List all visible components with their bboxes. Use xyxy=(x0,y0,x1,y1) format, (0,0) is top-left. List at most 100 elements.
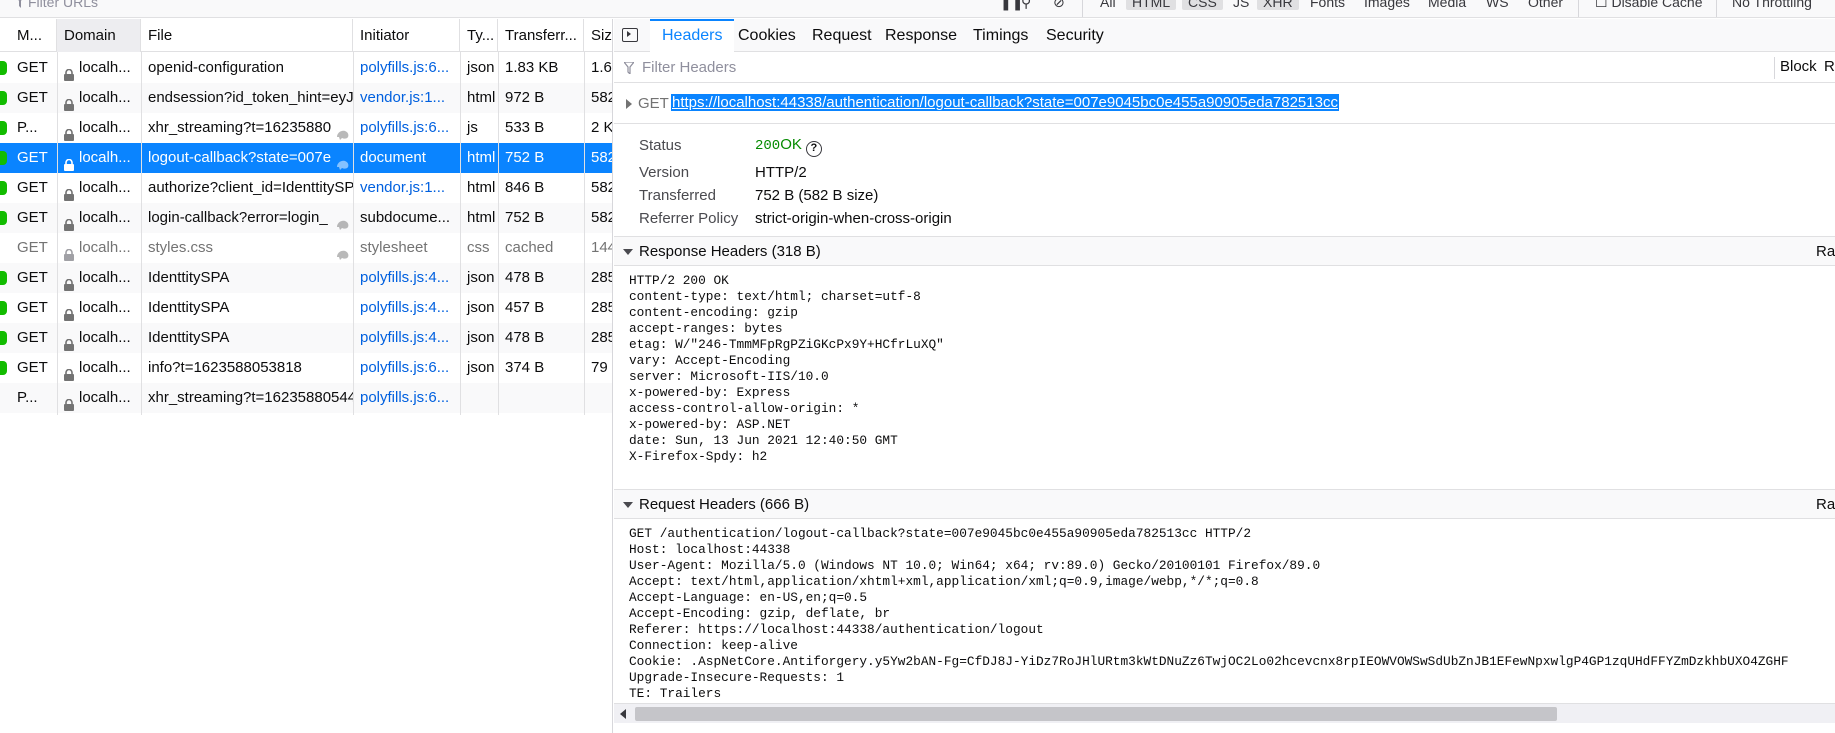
cell-transferred: 972 B xyxy=(505,89,545,106)
column-initiator[interactable]: Initiator xyxy=(353,19,460,52)
cell-type: json xyxy=(467,299,495,316)
type-filter-xhr[interactable]: XHR xyxy=(1257,0,1299,10)
type-filter-html[interactable]: HTML xyxy=(1126,0,1177,10)
type-filter-other[interactable]: Other xyxy=(1528,0,1563,10)
filter-icon xyxy=(18,0,22,8)
cell-domain: localh... xyxy=(79,179,131,196)
column-transferred[interactable]: Transferr... xyxy=(498,19,584,52)
table-row[interactable]: P... localh... xhr_streaming?t=16235880 pol… xyxy=(0,113,612,143)
cell-type: html xyxy=(467,89,496,106)
horizontal-scrollbar[interactable] xyxy=(614,703,1835,723)
help-icon[interactable]: ? xyxy=(805,141,822,157)
cell-initiator[interactable]: polyfills.js:6... xyxy=(353,383,460,413)
cell-method: GET xyxy=(17,89,48,106)
cell-size: 144 xyxy=(591,239,612,256)
cell-method: GET xyxy=(17,59,48,76)
cell-initiator[interactable]: stylesheet xyxy=(353,233,460,263)
cell-size: 79 xyxy=(591,359,608,376)
block-button[interactable]: Block xyxy=(1780,58,1817,75)
filter-urls-input[interactable]: Filter URLs xyxy=(18,0,98,10)
status-indicator-icon xyxy=(0,181,7,195)
column-divider xyxy=(460,52,461,415)
table-row[interactable]: GET localh... styles.css stylesheet css cache… xyxy=(0,233,612,263)
tab-timings[interactable]: Timings xyxy=(961,19,1040,52)
collapse-arrow-icon[interactable] xyxy=(623,249,633,255)
cell-domain: localh... xyxy=(79,359,131,376)
table-row[interactable]: GET localh... IdenttitySPA polyfills.js:4..… xyxy=(0,293,612,323)
tab-response[interactable]: Response xyxy=(873,19,969,52)
cell-type: json xyxy=(467,59,495,76)
summary-version-value: HTTP/2 xyxy=(755,164,807,181)
collapse-arrow-icon[interactable] xyxy=(623,502,633,508)
request-headers-title: Request Headers (666 B) xyxy=(639,496,810,513)
expand-arrow-icon[interactable] xyxy=(626,99,632,109)
cell-size: 285 xyxy=(591,299,612,316)
cell-method: GET xyxy=(17,359,48,376)
type-filter-css[interactable]: CSS xyxy=(1182,0,1223,10)
disable-cache-checkbox[interactable]: ☐ Disable Cache xyxy=(1595,0,1703,11)
cell-transferred: 478 B xyxy=(505,269,545,286)
scroll-left-icon[interactable] xyxy=(620,709,626,719)
column-method[interactable]: M... xyxy=(10,19,57,52)
type-filter-images[interactable]: Images xyxy=(1364,0,1410,10)
request-url[interactable]: https://localhost:44338/authentication/l… xyxy=(671,94,1339,111)
type-filter-all[interactable]: All xyxy=(1100,0,1116,10)
raw-toggle[interactable]: Raw xyxy=(1816,496,1835,513)
table-row[interactable]: P... localh... xhr_streaming?t=16235880544… xyxy=(0,383,612,413)
cell-initiator[interactable]: polyfills.js:6... xyxy=(353,353,460,383)
status-indicator-icon xyxy=(0,91,7,105)
type-filter-js[interactable]: JS xyxy=(1233,0,1249,10)
filter-headers-input[interactable]: Filter Headers xyxy=(642,59,736,76)
lock-icon xyxy=(63,242,75,261)
cell-initiator[interactable]: polyfills.js:4... xyxy=(353,323,460,353)
tab-cookies[interactable]: Cookies xyxy=(726,19,808,52)
raw-toggle[interactable]: Raw xyxy=(1816,243,1835,260)
request-url-row[interactable]: GET https://localhost:44338/authenticati… xyxy=(614,84,1835,124)
toggle-sidebar-icon[interactable] xyxy=(622,28,638,42)
tab-headers[interactable]: Headers xyxy=(650,19,735,52)
column-size[interactable]: Siz xyxy=(584,19,612,52)
table-row[interactable]: GET localh... openid-configuration polyfill… xyxy=(0,53,612,83)
table-row[interactable]: GET localh... logout-callback?state=007e do… xyxy=(0,143,612,173)
response-headers-title: Response Headers (318 B) xyxy=(639,243,821,260)
cell-initiator[interactable]: document xyxy=(353,143,460,173)
search-icon[interactable]: ⚲ xyxy=(1021,0,1031,11)
table-row[interactable]: GET localh... info?t=1623588053818 polyfill… xyxy=(0,353,612,383)
tab-request[interactable]: Request xyxy=(800,19,884,52)
cell-initiator[interactable]: polyfills.js:6... xyxy=(353,53,460,83)
column-type[interactable]: Ty... xyxy=(460,19,498,52)
tracker-icon xyxy=(336,152,350,170)
pause-icon[interactable]: ❚❚ xyxy=(1000,0,1023,11)
type-filter-ws[interactable]: WS xyxy=(1486,0,1509,10)
request-list-panel: M... Domain File Initiator Ty... Transfe… xyxy=(0,19,613,733)
response-headers-section[interactable]: Response Headers (318 B) Raw xyxy=(614,236,1835,266)
cell-initiator[interactable]: vendor.js:1... xyxy=(353,83,460,113)
cell-initiator[interactable]: polyfills.js:4... xyxy=(353,263,460,293)
cell-domain: localh... xyxy=(79,269,131,286)
cell-file: IdenttitySPA xyxy=(148,299,230,316)
cell-method: GET xyxy=(17,209,48,226)
column-file[interactable]: File xyxy=(141,19,353,52)
type-filter-media[interactable]: Media xyxy=(1428,0,1466,10)
request-headers-section[interactable]: Request Headers (666 B) Raw xyxy=(614,489,1835,519)
table-row[interactable]: GET localh... endsession?id_token_hint=eyJ… xyxy=(0,83,612,113)
block-icon[interactable]: ⊘ xyxy=(1053,0,1065,11)
cell-initiator[interactable]: subdocume... xyxy=(353,203,460,233)
table-row[interactable]: GET localh... IdenttitySPA polyfills.js:4..… xyxy=(0,263,612,293)
table-row[interactable]: GET localh... IdenttitySPA polyfills.js:4..… xyxy=(0,323,612,353)
filter-headers-bar: Filter Headers Block Re xyxy=(614,53,1835,83)
cell-initiator[interactable]: vendor.js:1... xyxy=(353,173,460,203)
throttling-select[interactable]: No Throttling xyxy=(1732,0,1812,10)
cell-size: 285 xyxy=(591,269,612,286)
cell-initiator[interactable]: polyfills.js:4... xyxy=(353,293,460,323)
column-domain[interactable]: Domain xyxy=(57,19,141,52)
lock-icon xyxy=(63,362,75,381)
type-filter-fonts[interactable]: Fonts xyxy=(1310,0,1345,10)
tab-security[interactable]: Security xyxy=(1034,19,1116,52)
scrollbar-thumb[interactable] xyxy=(635,707,1557,721)
table-row[interactable]: GET localh... authorize?client_id=Identtit… xyxy=(0,173,612,203)
cell-initiator[interactable]: polyfills.js:6... xyxy=(353,113,460,143)
table-row[interactable]: GET localh... login-callback?error=login_ s… xyxy=(0,203,612,233)
cell-file: authorize?client_id=IdenttitySP xyxy=(148,179,353,196)
resend-button[interactable]: Re xyxy=(1824,58,1835,75)
